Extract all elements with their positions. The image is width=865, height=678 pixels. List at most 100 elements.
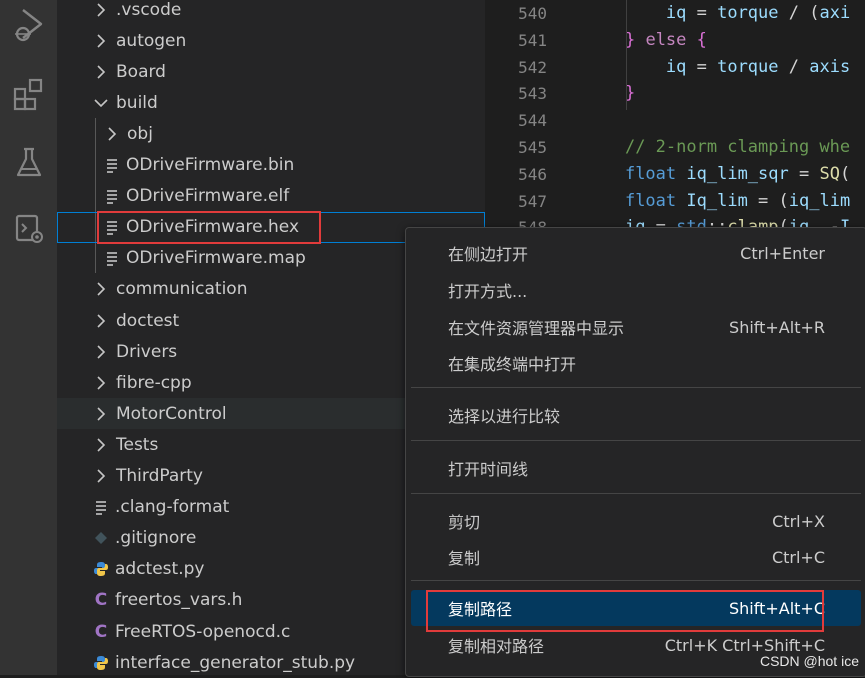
code-indent-guide bbox=[626, 0, 627, 110]
extensions-icon[interactable] bbox=[0, 70, 57, 118]
chevron-right-icon[interactable] bbox=[92, 282, 110, 296]
chevron-down-icon[interactable] bbox=[92, 98, 110, 108]
tree-item-label: Board bbox=[116, 61, 166, 82]
file-lines-icon bbox=[92, 499, 110, 515]
tree-item-label: FreeRTOS-openocd.c bbox=[115, 621, 291, 642]
code-line[interactable]: float iq_lim_sqr = SQ( bbox=[584, 161, 850, 187]
tree-item-label: Drivers bbox=[116, 341, 178, 362]
line-number: 546 bbox=[518, 164, 547, 184]
tree-item-label: .vscode bbox=[116, 0, 182, 20]
tree-item-label: obj bbox=[127, 123, 153, 144]
tree-item-autogen[interactable]: autogen bbox=[57, 25, 485, 56]
menu-separator bbox=[411, 580, 861, 581]
tree-item-obj[interactable]: obj bbox=[57, 118, 485, 149]
tree-item-board[interactable]: Board bbox=[57, 56, 485, 87]
menu-item-shortcut: Ctrl+X bbox=[772, 511, 825, 531]
chevron-right-icon[interactable] bbox=[92, 34, 110, 48]
tree-item-label: communication bbox=[116, 279, 248, 300]
menu-item-label: 选择以进行比较 bbox=[448, 407, 561, 426]
tree-item-label: fibre-cpp bbox=[116, 372, 192, 393]
menu-separator bbox=[411, 493, 861, 494]
code-line[interactable]: float Iq_lim = (iq_lim bbox=[584, 188, 850, 214]
menu-separator bbox=[411, 387, 861, 388]
menu-item-7[interactable]: 复制 Ctrl+C bbox=[411, 539, 861, 575]
menu-item-shortcut: Ctrl+Enter bbox=[740, 243, 825, 263]
line-number: 542 bbox=[518, 57, 547, 77]
tree-item-label: ODriveFirmware.elf bbox=[126, 186, 290, 207]
tree-item-label: ODriveFirmware.map bbox=[126, 248, 306, 269]
menu-item-4[interactable]: 选择以进行比较 bbox=[411, 397, 861, 433]
file-lines-icon bbox=[103, 188, 121, 204]
line-number: 541 bbox=[518, 30, 547, 50]
c-file-icon: C bbox=[94, 621, 108, 642]
tree-item-label: interface_generator_stub.py bbox=[115, 652, 356, 673]
code-line[interactable]: iq = torque / axis bbox=[584, 54, 850, 80]
menu-item-label: 复制相对路径 bbox=[448, 637, 545, 656]
menu-item-label: 在文件资源管理器中显示 bbox=[448, 319, 625, 338]
menu-item-6[interactable]: 剪切 Ctrl+X bbox=[411, 503, 861, 539]
tree-item-build[interactable]: build bbox=[57, 87, 485, 118]
menu-item-2[interactable]: 在文件资源管理器中显示 Shift+Alt+R bbox=[411, 309, 861, 345]
tree-item-vscode[interactable]: .vscode bbox=[57, 0, 485, 25]
tree-item-label: build bbox=[116, 92, 158, 113]
tree-item-label: doctest bbox=[116, 310, 180, 331]
code-line[interactable]: // 2-norm clamping whe bbox=[584, 134, 850, 160]
highlight-box-hex bbox=[97, 211, 321, 244]
python-file-icon bbox=[92, 561, 110, 577]
tree-item-label: adctest.py bbox=[115, 559, 205, 580]
code-line[interactable]: } else { bbox=[584, 27, 707, 53]
tree-item-odrivefirmware-elf[interactable]: ODriveFirmware.elf bbox=[57, 181, 485, 212]
menu-separator bbox=[411, 440, 861, 441]
menu-item-0[interactable]: 在侧边打开 Ctrl+Enter bbox=[411, 235, 861, 271]
menu-item-label: 复制 bbox=[448, 549, 481, 568]
chevron-right-icon[interactable] bbox=[103, 127, 121, 141]
tree-item-label: autogen bbox=[116, 30, 187, 51]
file-lines-icon bbox=[103, 250, 121, 267]
file-lines-icon bbox=[103, 157, 121, 173]
line-number: 545 bbox=[518, 138, 547, 157]
menu-item-5[interactable]: 打开时间线 bbox=[411, 450, 861, 486]
menu-item-shortcut: Shift+Alt+R bbox=[729, 317, 825, 337]
menu-item-label: 在侧边打开 bbox=[448, 245, 529, 264]
tree-item-label: ODriveFirmware.bin bbox=[126, 155, 295, 175]
tree-item-label: Tests bbox=[116, 434, 159, 455]
remote-explorer-icon[interactable] bbox=[0, 204, 57, 252]
code-line[interactable]: } bbox=[584, 80, 635, 106]
menu-item-3[interactable]: 在集成终端中打开 bbox=[411, 345, 861, 381]
chevron-right-icon[interactable] bbox=[92, 65, 110, 79]
menu-item-label: 在集成终端中打开 bbox=[448, 355, 577, 374]
tree-item-label: freertos_vars.h bbox=[115, 590, 243, 611]
chevron-right-icon[interactable] bbox=[92, 407, 110, 421]
menu-item-shortcut: Ctrl+C bbox=[771, 547, 825, 567]
line-number: 544 bbox=[518, 111, 547, 131]
highlight-box-copy-path bbox=[426, 590, 824, 632]
menu-item-label: 打开方式... bbox=[448, 282, 528, 301]
chevron-right-icon[interactable] bbox=[92, 2, 110, 17]
activity-bar bbox=[0, 0, 57, 675]
c-file-icon: C bbox=[94, 590, 108, 611]
tree-item-label: .gitignore bbox=[115, 528, 197, 549]
tree-item-label: MotorControl bbox=[116, 403, 227, 424]
watermark: CSDN @hot ice bbox=[759, 653, 859, 669]
menu-item-label: 打开时间线 bbox=[448, 460, 529, 479]
python-file-icon bbox=[92, 655, 110, 671]
testing-icon[interactable] bbox=[0, 138, 57, 186]
tree-item-label: .clang-format bbox=[115, 497, 230, 518]
line-number: 540 bbox=[518, 4, 547, 23]
tree-item-label: ThirdParty bbox=[116, 466, 203, 486]
chevron-right-icon[interactable] bbox=[92, 376, 110, 390]
menu-item-shortcut: Ctrl+K Ctrl+Shift+C bbox=[664, 635, 825, 655]
chevron-right-icon[interactable] bbox=[92, 469, 110, 483]
menu-item-1[interactable]: 打开方式... bbox=[411, 272, 861, 308]
git-file-icon bbox=[92, 531, 110, 545]
context-menu: 在侧边打开 Ctrl+Enter 打开方式... 在文件资源管理器中显示 Shift+A… bbox=[405, 227, 865, 677]
run-debug-icon[interactable] bbox=[0, 0, 57, 48]
line-number: 543 bbox=[518, 84, 547, 104]
chevron-right-icon[interactable] bbox=[92, 438, 110, 452]
chevron-right-icon[interactable] bbox=[92, 313, 110, 328]
code-line[interactable]: iq = torque / (axi bbox=[584, 0, 850, 26]
line-number: 547 bbox=[518, 191, 547, 211]
chevron-right-icon[interactable] bbox=[92, 345, 110, 359]
tree-item-odrivefirmware-bin[interactable]: ODriveFirmware.bin bbox=[57, 150, 485, 181]
menu-item-label: 剪切 bbox=[448, 513, 481, 532]
